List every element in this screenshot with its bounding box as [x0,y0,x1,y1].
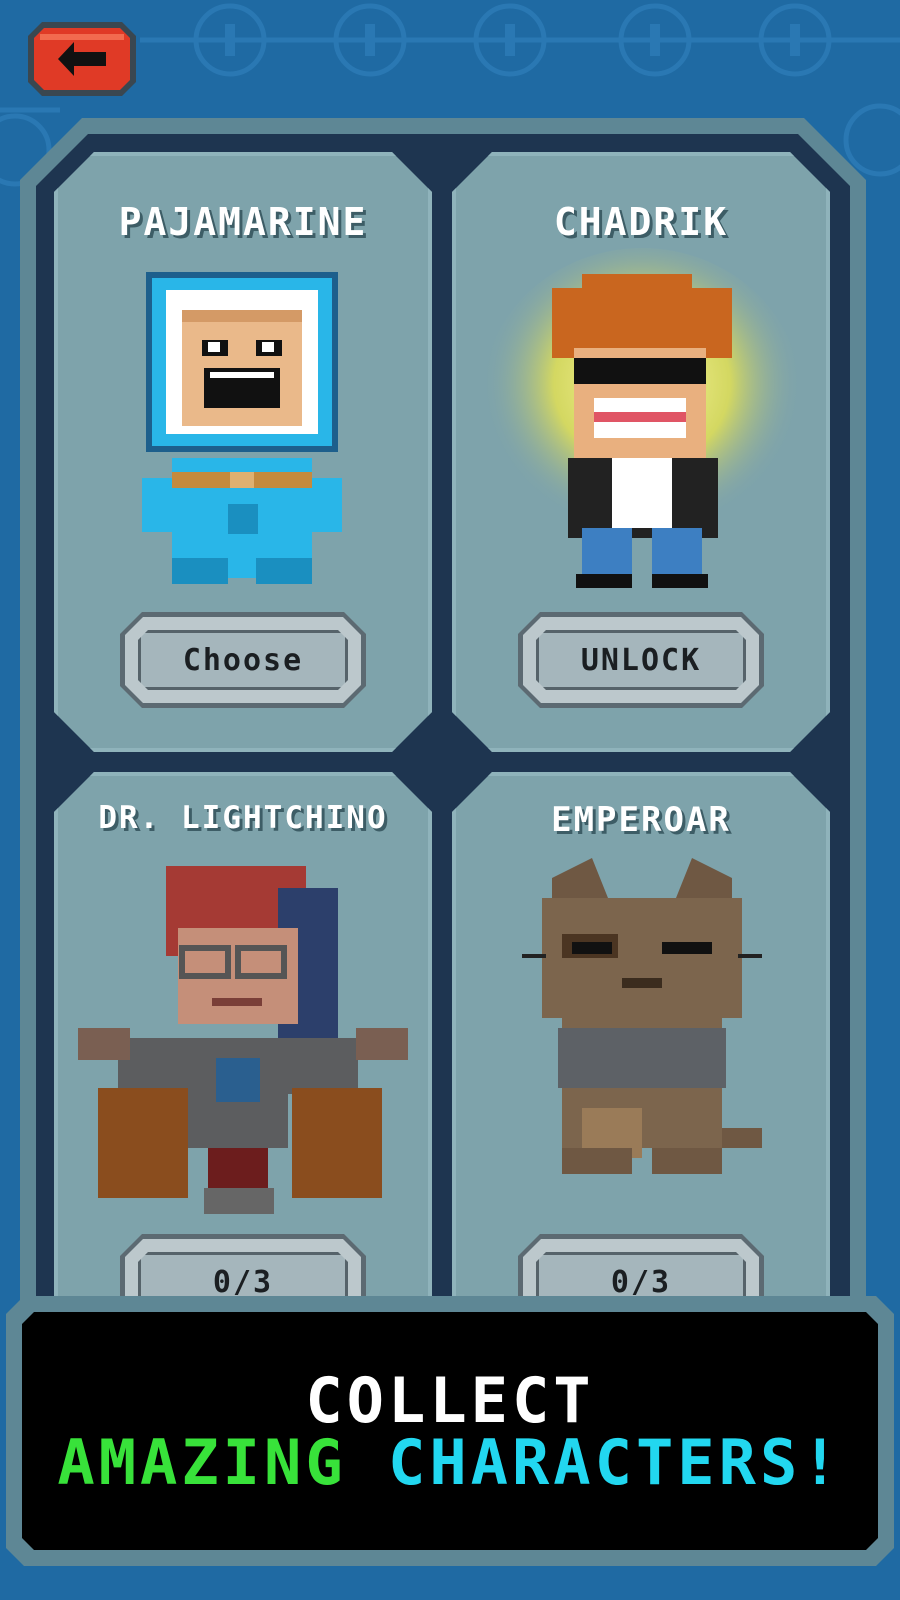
emperoar-sprite [522,858,762,1174]
character-card-chadrik: CHADRIK UNLOCK [452,152,830,752]
back-button[interactable] [28,22,136,96]
character-name: DR. LIGHTCHINO [98,800,388,836]
banner-word-characters: CHARACTERS! [388,1426,843,1499]
banner-word-amazing: AMAZING [57,1426,347,1499]
banner-subtitle: AMAZING CHARACTERS! [0,1426,900,1499]
pajamarine-sprite [142,272,342,584]
arrow-left-icon [58,42,106,76]
unlock-button-label: UNLOCK [580,642,702,678]
character-card-dr-lightchino: DR. LIGHTCHINO 0/3 [54,772,432,1332]
character-name: EMPEROAR [551,800,731,840]
dr-lightchino-sprite [78,866,408,1214]
character-card-pajamarine: PAJAMARINE Choose [54,152,432,752]
character-name: PAJAMARINE [118,200,368,244]
choose-button-label: Choose [182,642,304,678]
unlock-button[interactable]: UNLOCK [518,612,764,708]
character-name: CHADRIK [553,200,729,244]
character-card-emperoar: EMPEROAR 0/3 [452,772,830,1332]
choose-button[interactable]: Choose [120,612,366,708]
chadrik-sprite [482,248,802,588]
